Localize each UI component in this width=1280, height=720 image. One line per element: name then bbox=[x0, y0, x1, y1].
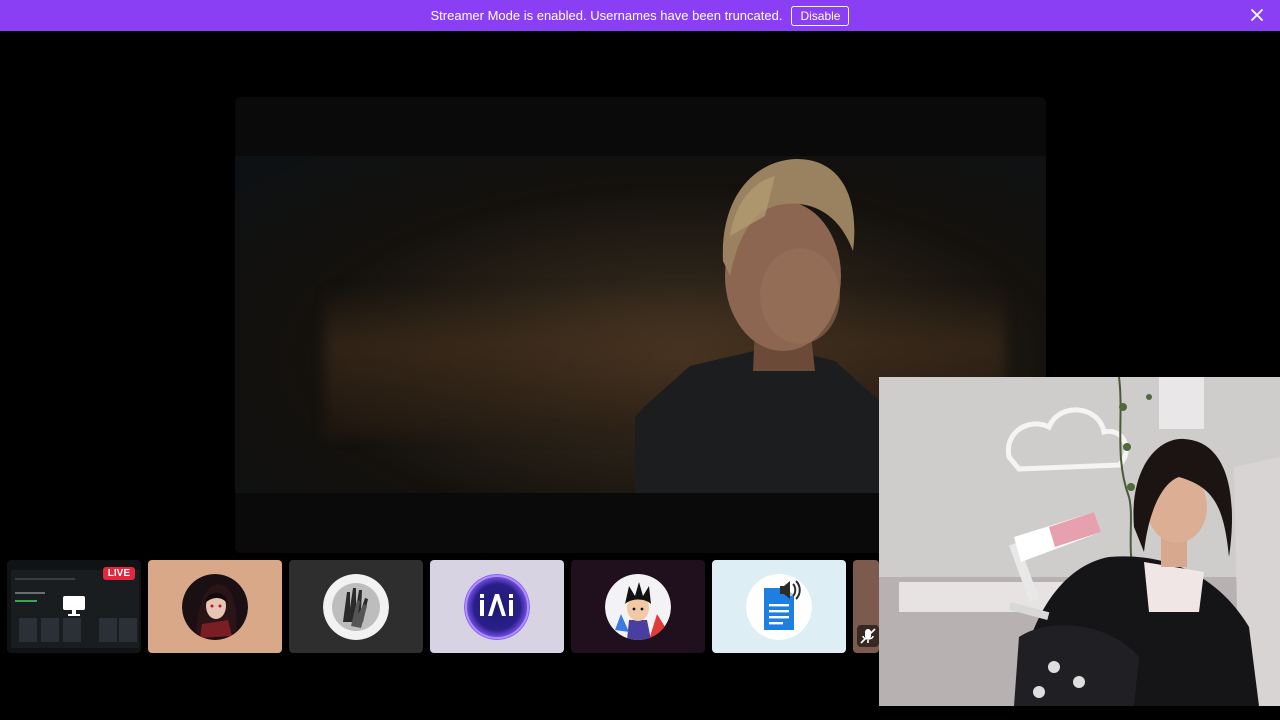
participant-tile[interactable] bbox=[853, 560, 879, 653]
streamer-mode-banner: Streamer Mode is enabled. Usernames have… bbox=[0, 0, 1280, 31]
participant-tile[interactable] bbox=[289, 560, 423, 653]
participant-tile[interactable] bbox=[148, 560, 282, 653]
webcam-feed bbox=[879, 377, 1280, 706]
webcam-overlay[interactable] bbox=[879, 377, 1280, 706]
close-icon[interactable] bbox=[1250, 8, 1264, 22]
participant-tile[interactable] bbox=[571, 560, 705, 653]
participant-strip: LIVE bbox=[7, 560, 879, 653]
mic-muted-icon bbox=[857, 625, 879, 647]
anime-girl-avatar bbox=[182, 573, 248, 640]
streamer-mode-message: Streamer Mode is enabled. Usernames have… bbox=[430, 8, 783, 23]
disable-streamer-mode-button[interactable]: Disable bbox=[791, 5, 850, 26]
anime-character-avatar bbox=[605, 573, 671, 640]
iai-logo-avatar bbox=[464, 573, 530, 640]
live-badge: LIVE bbox=[102, 567, 135, 580]
participant-tile[interactable] bbox=[712, 560, 846, 653]
participant-tile[interactable] bbox=[430, 560, 564, 653]
screen-share-tile[interactable]: LIVE bbox=[7, 560, 141, 653]
document-speaker-avatar bbox=[746, 573, 812, 640]
monitor-icon bbox=[63, 596, 85, 616]
hands-avatar bbox=[323, 573, 389, 640]
